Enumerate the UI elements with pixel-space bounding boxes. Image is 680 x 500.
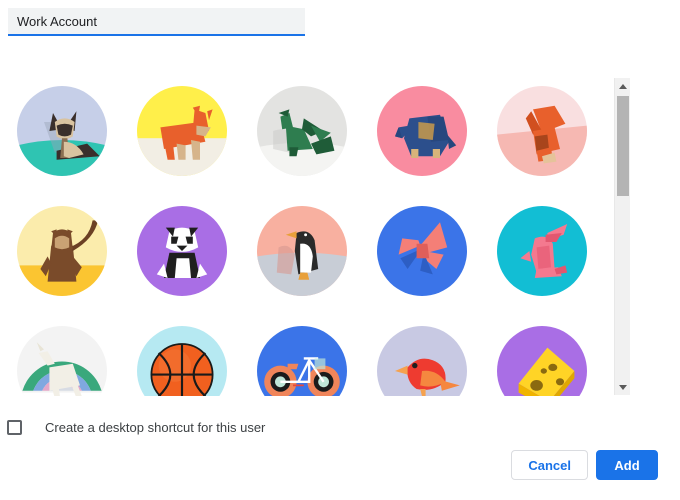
avatar-option-unicorn[interactable] xyxy=(17,326,107,396)
avatar-option-rabbit[interactable] xyxy=(497,206,587,296)
add-button[interactable]: Add xyxy=(596,450,658,480)
dialog-footer: Cancel Add xyxy=(511,450,658,480)
desktop-shortcut-label: Create a desktop shortcut for this user xyxy=(45,420,266,435)
avatar-option-monkey[interactable] xyxy=(17,206,107,296)
scrollbar-thumb[interactable] xyxy=(617,96,629,196)
origami-penguin-icon xyxy=(257,206,347,296)
avatar-option-dog[interactable] xyxy=(137,86,227,176)
avatar-option-cat[interactable] xyxy=(17,86,107,176)
avatar-row xyxy=(0,326,610,396)
cancel-button[interactable]: Cancel xyxy=(511,450,588,480)
avatar-grid xyxy=(0,72,610,396)
avatar-row xyxy=(0,206,610,296)
origami-panda-icon xyxy=(137,206,227,296)
origami-cat-icon xyxy=(17,86,107,176)
red-bird-icon xyxy=(377,326,467,396)
origami-rabbit-icon xyxy=(497,206,587,296)
avatar-option-penguin[interactable] xyxy=(257,206,347,296)
avatar-option-fox[interactable] xyxy=(497,86,587,176)
avatar-option-panda[interactable] xyxy=(137,206,227,296)
scroll-down-arrow-icon[interactable] xyxy=(615,379,630,395)
avatar-option-bird-red[interactable] xyxy=(377,326,467,396)
avatar-option-bird[interactable] xyxy=(377,206,467,296)
avatar-row xyxy=(0,86,610,176)
profile-name-input[interactable] xyxy=(8,8,305,36)
scroll-up-arrow-icon[interactable] xyxy=(615,78,630,94)
origami-dragon-icon xyxy=(257,86,347,176)
origami-butterfly-icon xyxy=(377,206,467,296)
avatar-option-dragon[interactable] xyxy=(257,86,347,176)
desktop-shortcut-checkbox[interactable] xyxy=(7,420,22,435)
desktop-shortcut-row: Create a desktop shortcut for this user xyxy=(7,420,265,435)
avatar-scrollbar[interactable] xyxy=(614,78,630,395)
origami-unicorn-icon xyxy=(17,326,107,396)
avatar-option-bicycle[interactable] xyxy=(257,326,347,396)
avatar-option-basketball[interactable] xyxy=(137,326,227,396)
cheese-icon xyxy=(497,326,587,396)
profile-name-field-wrapper xyxy=(8,8,305,36)
origami-fox-icon xyxy=(497,86,587,176)
avatar-option-elephant[interactable] xyxy=(377,86,467,176)
avatar-picker-scroll-area[interactable] xyxy=(0,72,632,396)
origami-monkey-icon xyxy=(17,206,107,296)
origami-dog-icon xyxy=(137,86,227,176)
bicycle-icon xyxy=(257,326,347,396)
basketball-icon xyxy=(137,326,227,396)
avatar-option-cheese[interactable] xyxy=(497,326,587,396)
origami-elephant-icon xyxy=(377,86,467,176)
